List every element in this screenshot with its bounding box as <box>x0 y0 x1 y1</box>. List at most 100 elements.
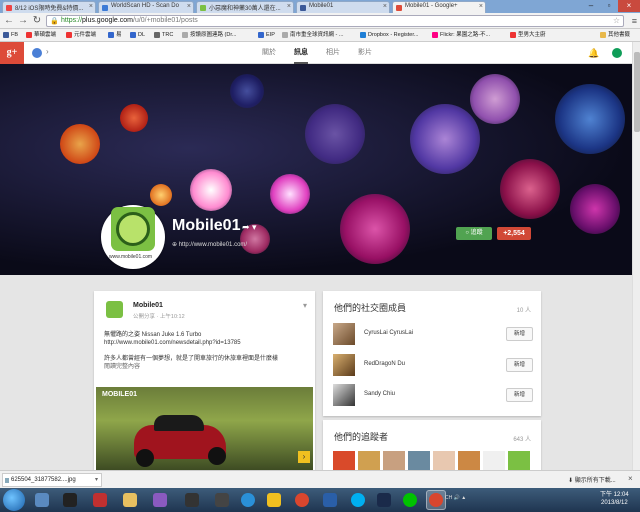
show-all-label: 顯示所有下載... <box>574 478 616 484</box>
gplus-logo[interactable]: g+ <box>0 42 24 64</box>
add-member-button[interactable]: 新增 <box>506 358 533 372</box>
member-name[interactable]: CyrusLai CyrusLai <box>364 330 413 336</box>
chevron-right-icon[interactable]: › <box>46 47 49 56</box>
bookmark-star-icon[interactable]: ☆ <box>613 16 620 26</box>
share-arrow-icon[interactable]: ➦ ▾ <box>242 222 257 233</box>
address-bar[interactable]: 🔒 https://plus.google.com/u/0/+mobile01/… <box>46 15 624 27</box>
nx-icon <box>185 493 199 507</box>
taskbar-app[interactable] <box>60 490 80 510</box>
start-button[interactable] <box>3 489 25 511</box>
tab-about[interactable]: 關於 <box>262 42 276 64</box>
bookmark-tainan[interactable]: 南市重全球資訊網 - ... <box>282 31 343 40</box>
page-scrollbar[interactable] <box>632 42 640 470</box>
post-author[interactable]: Mobile01 <box>133 302 163 309</box>
taskbar-app-chrome-active[interactable] <box>426 490 446 510</box>
chevron-down-icon[interactable]: ▾ <box>95 474 98 486</box>
back-arrow-icon[interactable]: ← <box>3 15 15 27</box>
minimize-icon[interactable]: – <box>582 0 600 12</box>
taskbar-app[interactable] <box>90 490 110 510</box>
taskbar-app[interactable] <box>32 490 52 510</box>
avatar[interactable] <box>408 451 430 471</box>
profile-website-link[interactable]: ⊕ http://www.mobile01.com/ <box>172 241 247 248</box>
close-icon[interactable]: × <box>383 3 387 10</box>
tab-posts[interactable]: 訊息 <box>294 42 308 64</box>
add-member-button[interactable]: 新增 <box>506 388 533 402</box>
post-link[interactable]: http://www.mobile01.com/newsdetail.php?i… <box>104 340 241 346</box>
close-icon[interactable]: × <box>479 3 483 10</box>
avatar[interactable] <box>333 354 355 376</box>
taskbar-app[interactable] <box>264 490 284 510</box>
bookmark-dl[interactable]: DL <box>130 31 145 40</box>
show-all-downloads-link[interactable]: ⬇ 顯示所有下載... <box>568 475 616 484</box>
tab-worldscan[interactable]: WorldScan HD - Scan Do × <box>98 1 194 13</box>
bookmark-eip[interactable]: EIP <box>258 31 275 40</box>
close-icon[interactable]: × <box>89 3 93 10</box>
taskbar-app[interactable] <box>348 490 368 510</box>
app-icon <box>267 493 281 507</box>
scrollbar-thumb[interactable] <box>634 52 640 132</box>
bookmark-flickr[interactable]: Flickr: 果園之路-不... <box>432 31 490 40</box>
tab-ios-deals[interactable]: 8/12 iOS限時免費&特價... × <box>2 1 96 13</box>
profile-switch-icon[interactable] <box>32 48 42 58</box>
tab-videos[interactable]: 影片 <box>358 42 372 64</box>
notification-bell-icon[interactable]: 🔔 <box>588 48 599 59</box>
profile-avatar[interactable]: www.mobile01.com <box>101 205 165 269</box>
card-count[interactable]: 643 人 <box>513 434 531 443</box>
forward-arrow-icon[interactable]: → <box>17 15 29 27</box>
taskbar-app[interactable] <box>374 490 394 510</box>
post-author-avatar[interactable] <box>106 301 123 318</box>
next-arrow-icon[interactable]: › <box>298 451 310 463</box>
bookmark-yi[interactable]: 易 <box>108 31 122 40</box>
read-more-link[interactable]: 閱讀完整內容 <box>104 364 140 370</box>
reload-icon[interactable]: ↻ <box>31 15 43 27</box>
bookmark-fb[interactable]: FB <box>3 31 18 40</box>
maximize-icon[interactable]: ▫ <box>600 0 618 12</box>
avatar[interactable] <box>358 451 380 471</box>
avatar[interactable] <box>483 451 505 471</box>
taskbar-app[interactable] <box>150 490 170 510</box>
taskbar-app[interactable] <box>400 490 420 510</box>
hangouts-icon[interactable] <box>612 48 622 58</box>
close-icon[interactable]: × <box>287 3 291 10</box>
avatar[interactable] <box>383 451 405 471</box>
bookmark-component-cloud[interactable]: 元件雲端 <box>66 31 96 40</box>
member-name[interactable]: Sandy Chiu <box>364 391 395 397</box>
tab-mobile01-facebook[interactable]: Mobile01 × <box>296 1 390 13</box>
member-name[interactable]: RedDragoN Du <box>364 361 405 367</box>
taskbar-app[interactable] <box>182 490 202 510</box>
post-menu-icon[interactable]: ▾ <box>303 301 307 310</box>
avatar[interactable] <box>333 384 355 406</box>
bookmark-photo-link[interactable]: 按讚原圖連路 (Dr... <box>182 31 236 40</box>
tab-photos[interactable]: 相片 <box>326 42 340 64</box>
system-tray[interactable]: CH 🔊 ▲ <box>445 495 466 501</box>
avatar[interactable] <box>458 451 480 471</box>
taskbar-app[interactable] <box>292 490 312 510</box>
post-image[interactable]: MOBILE01 › <box>96 387 313 471</box>
bookmark-asus-cloud[interactable]: 華碩雲端 <box>26 31 56 40</box>
tab-mobile01-article[interactable]: 小惡魔和神藥30萬人還在... × <box>196 1 294 13</box>
plusone-count-badge[interactable]: +2,554 <box>497 227 531 240</box>
card-count[interactable]: 10 人 <box>517 305 531 314</box>
avatar[interactable] <box>333 323 355 345</box>
bookmark-dropbox[interactable]: Dropbox - Register... <box>360 31 418 40</box>
taskbar-app[interactable] <box>120 490 140 510</box>
follow-button[interactable]: ○ 追蹤 <box>456 227 492 240</box>
taskbar-app[interactable] <box>212 490 232 510</box>
bookmark-other[interactable]: 其他書籤 <box>600 31 630 40</box>
avatar[interactable] <box>433 451 455 471</box>
bookmark-cooking-show[interactable]: 型男大主廚 <box>510 31 546 40</box>
tab-mobile01-gplus[interactable]: Mobile01 - Google+ × <box>392 1 486 13</box>
menu-icon[interactable]: ≡ <box>632 16 637 26</box>
close-icon[interactable]: × <box>187 3 191 10</box>
system-clock[interactable]: 下午 12:04 2013/8/12 <box>600 491 629 507</box>
taskbar-app[interactable] <box>320 490 340 510</box>
avatar[interactable] <box>508 451 530 471</box>
add-member-button[interactable]: 新增 <box>506 327 533 341</box>
window-close-icon[interactable]: × <box>618 0 640 12</box>
bookmark-trc[interactable]: TRC <box>154 31 173 40</box>
bookmark-label: 南市重全球資訊網 - ... <box>290 32 344 38</box>
taskbar-app[interactable] <box>238 490 258 510</box>
close-icon[interactable]: × <box>628 474 633 483</box>
download-item[interactable]: 625504_31877582....jpg ▾ <box>2 473 102 487</box>
avatar[interactable] <box>333 451 355 471</box>
